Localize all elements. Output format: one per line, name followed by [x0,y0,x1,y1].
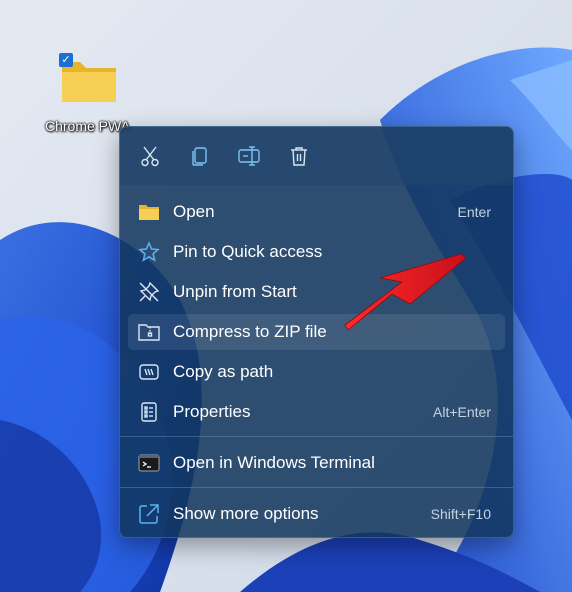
menu-item-label: Unpin from Start [173,282,297,301]
rename-icon [238,146,260,166]
copy-icon [192,147,207,166]
menu-item-label: Copy as path [173,362,274,381]
menu-item-show-more-options[interactable]: Show more options Shift+F10 [128,496,505,532]
menu-separator [120,436,513,437]
cut-button[interactable] [136,142,164,170]
properties-icon [137,400,161,424]
menu-item-label: Open [173,202,215,221]
context-menu-toolbar [120,127,513,185]
rename-button[interactable] [235,142,263,170]
scissors-icon [141,146,159,167]
menu-item-shortcut: Shift+F10 [430,506,491,522]
menu-separator [120,487,513,488]
menu-item-open-terminal[interactable]: Open in Windows Terminal [128,445,505,481]
menu-item-label: Compress to ZIP file [173,322,327,341]
delete-button[interactable] [285,142,313,170]
zip-icon [137,320,161,344]
menu-item-label: Pin to Quick access [173,242,323,261]
context-menu: Open Enter Pin to Quick access Unpin fro… [119,126,514,538]
star-icon [137,240,161,264]
menu-item-shortcut: Enter [457,204,491,220]
folder-icon [137,200,161,224]
copy-path-icon [137,360,161,384]
more-options-icon [137,502,161,526]
menu-item-label: Show more options [173,504,319,523]
menu-item-pin-quick-access[interactable]: Pin to Quick access [128,234,505,270]
menu-item-shortcut: Alt+Enter [433,404,491,420]
menu-item-label: Properties [173,402,251,421]
selection-checkbox[interactable]: ✓ [59,53,73,67]
menu-item-open[interactable]: Open Enter [128,194,505,230]
menu-item-compress-zip[interactable]: Compress to ZIP file [128,314,505,350]
unpin-icon [137,280,161,304]
menu-item-properties[interactable]: Properties Alt+Enter [128,394,505,430]
copy-button[interactable] [186,142,214,170]
menu-item-unpin-start[interactable]: Unpin from Start [128,274,505,310]
desktop-icon-label[interactable]: Chrome PWA [45,118,130,134]
menu-item-label: Open in Windows Terminal [173,453,375,472]
trash-icon [291,147,307,166]
terminal-icon [137,451,161,475]
menu-item-copy-as-path[interactable]: Copy as path [128,354,505,390]
